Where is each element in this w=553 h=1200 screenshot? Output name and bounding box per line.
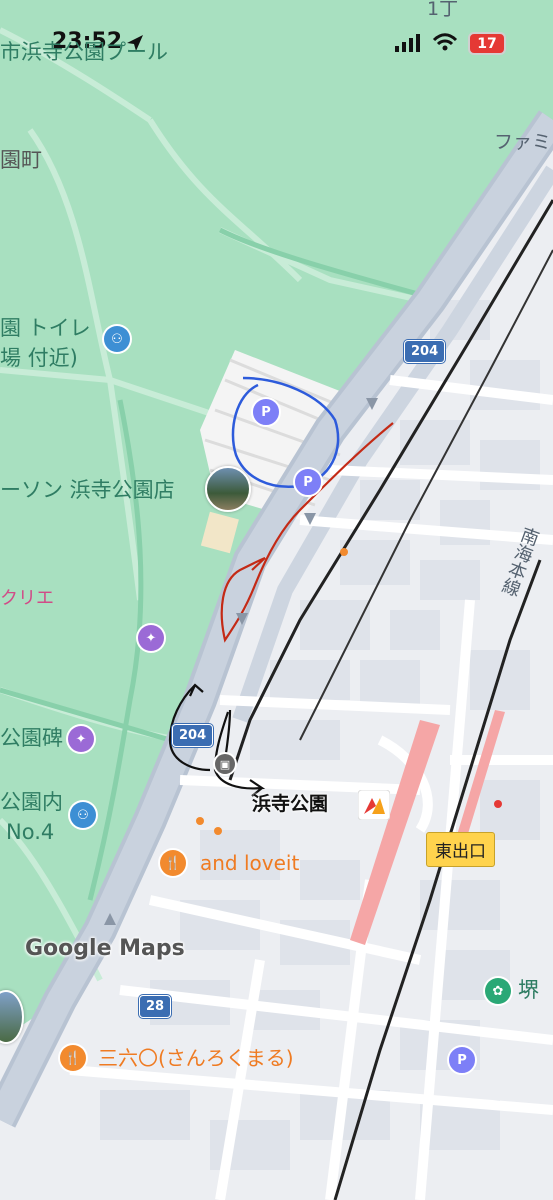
lawson-photo-thumbnail[interactable]: [205, 466, 251, 512]
toilet-icon[interactable]: ⚇: [104, 326, 130, 352]
station-icon[interactable]: [358, 790, 390, 820]
route-28-shield: 28: [139, 995, 172, 1018]
east-exit-label[interactable]: 東出口: [426, 832, 495, 867]
parking-icon[interactable]: P: [251, 397, 281, 427]
restaurant-icon[interactable]: 🍴: [160, 850, 186, 876]
signal-icon: [395, 34, 420, 52]
flower-icon[interactable]: ✿: [485, 978, 511, 1004]
kurie-label: クリエ: [0, 588, 54, 609]
route-204-shield-2: 204: [172, 724, 214, 747]
toilet-label: 園 トイレ: [0, 316, 91, 340]
monument-icon[interactable]: ✦: [68, 726, 94, 752]
parking-icon-3[interactable]: P: [447, 1045, 477, 1075]
toilet-icon-2[interactable]: ⚇: [70, 802, 96, 828]
station-label[interactable]: 浜寺公園: [252, 795, 328, 814]
sakai-label: 堺: [518, 978, 539, 1002]
familymart-label: ファミ: [494, 131, 552, 153]
toilet-inner-label: 公園内: [0, 790, 63, 814]
map-canvas[interactable]: [0, 0, 553, 1200]
route-204-shield: 204: [404, 340, 446, 363]
google-maps-logo: Google Maps: [25, 936, 185, 961]
orange-dot-marker: [340, 548, 348, 556]
town-label: 園町: [0, 148, 42, 172]
top-chome-label: 1丁: [427, 0, 459, 20]
and-loveit-label[interactable]: and loveit: [200, 853, 299, 873]
battery-icon: 17: [468, 32, 506, 55]
rokumaru-label[interactable]: 三六〇(さんろくまる): [98, 1048, 294, 1068]
park-icon[interactable]: ✦: [138, 625, 164, 651]
wifi-icon: [432, 33, 458, 51]
red-dot-marker: [494, 800, 502, 808]
parking-icon-2[interactable]: P: [293, 467, 323, 497]
toilet-label-2: 場 付近): [0, 346, 78, 370]
park-pool-label: 市浜寺公園プール: [0, 40, 168, 64]
bus-icon[interactable]: ▣: [215, 754, 235, 774]
monument-label: 公園碑: [0, 726, 63, 750]
toilet-inner-label-2: No.4: [6, 820, 55, 844]
orange-dot-marker-2: [196, 817, 204, 825]
restaurant-icon-2[interactable]: 🍴: [60, 1045, 86, 1071]
orange-dot-marker-3: [214, 827, 222, 835]
lawson-label[interactable]: ーソン 浜寺公園店: [0, 480, 175, 501]
